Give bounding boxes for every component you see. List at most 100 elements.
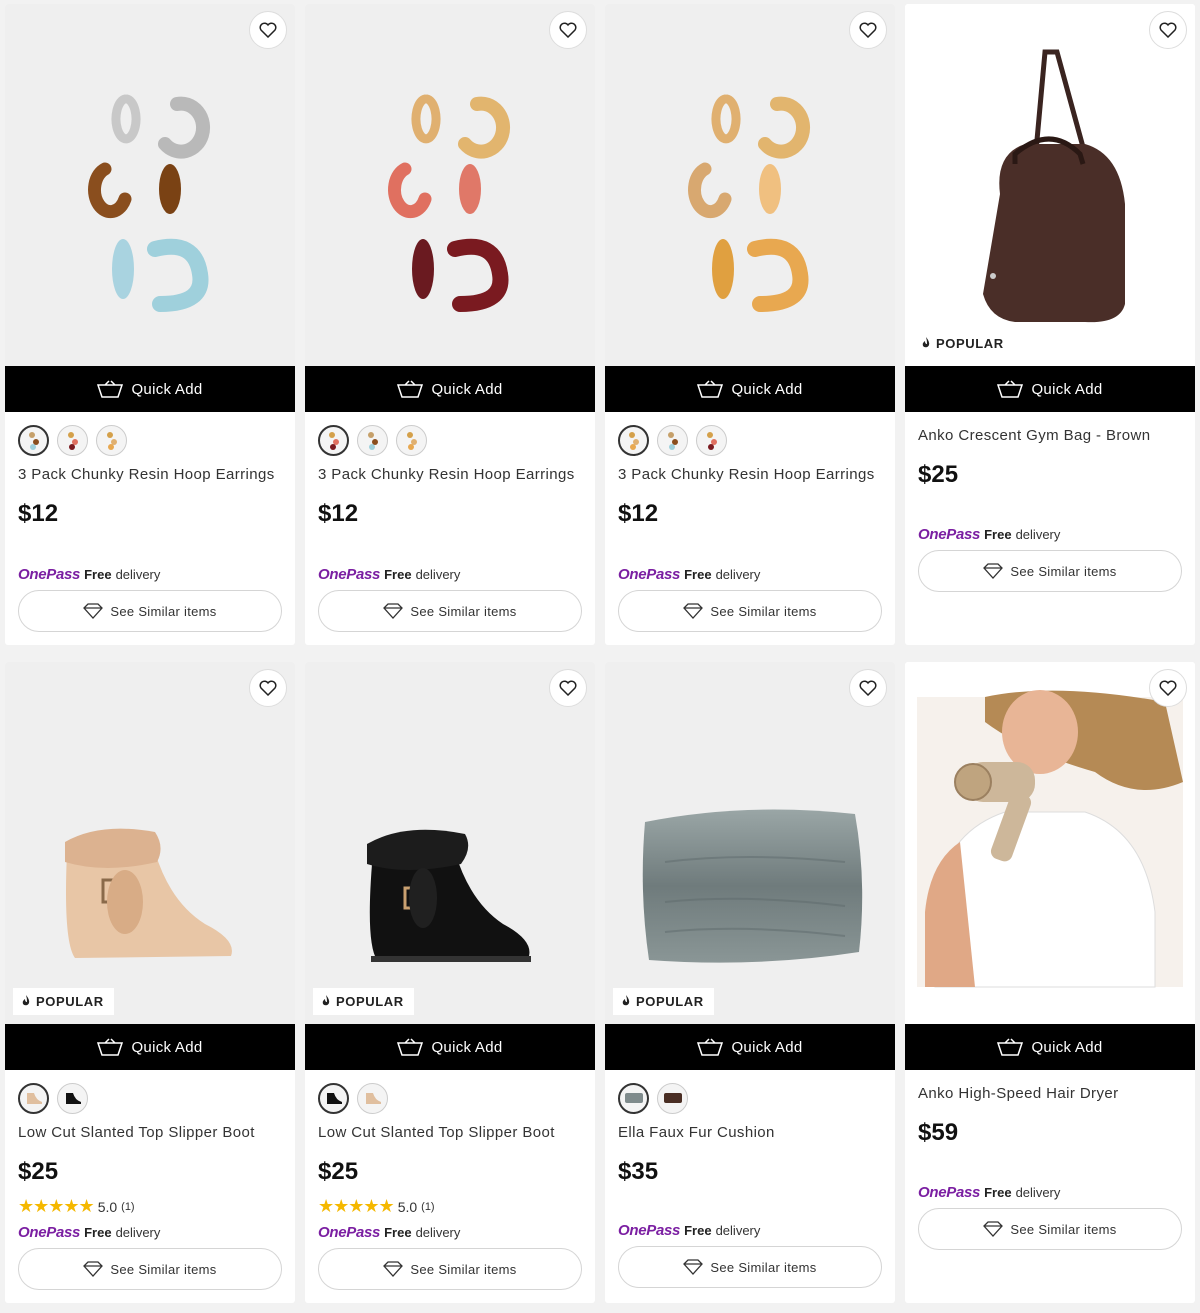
product-card[interactable]: POPULAR Quick Add Anko Crescent Gym Bag … [905,4,1195,645]
quick-add-button[interactable]: Quick Add [605,1024,895,1070]
product-card[interactable]: POPULAR Quick Add Low Cut Slanted Top Sl… [5,662,295,1303]
flame-icon [622,995,630,1006]
product-card[interactable]: Quick Add 3 Pack Chunky Resin Hoop Earri… [5,4,295,645]
onepass-logo: OnePass [618,566,681,583]
product-title[interactable]: 3 Pack Chunky Resin Hoop Earrings [18,466,282,488]
wishlist-heart-button[interactable] [249,11,287,49]
swatch-cushion-brown[interactable] [657,1082,688,1114]
onepass-logo: OnePass [318,1224,381,1241]
onepass-delivery: OnePass Free delivery [18,1224,161,1241]
see-similar-button[interactable]: See Similar items [918,550,1182,592]
product-image[interactable]: POPULAR [305,662,595,1024]
flame-icon [322,995,330,1006]
product-title[interactable]: Anko Crescent Gym Bag - Brown [918,427,1182,449]
similar-icon [983,563,1004,579]
see-similar-button[interactable]: See Similar items [318,590,582,632]
heart-icon [1159,680,1177,696]
basket-icon [397,1038,424,1056]
basket-icon [997,1038,1024,1056]
product-title[interactable]: 3 Pack Chunky Resin Hoop Earrings [318,466,582,488]
quick-add-button[interactable]: Quick Add [5,366,295,412]
heart-icon [559,680,577,696]
product-price: $25 [18,1158,59,1185]
swatch-cushion-grey[interactable] [618,1082,649,1114]
slipper-boot-beige-image [65,828,232,958]
product-image[interactable] [305,4,595,366]
wishlist-heart-button[interactable] [849,11,887,49]
color-swatches [18,1082,282,1114]
heart-icon [259,22,277,38]
color-swatches [318,1082,582,1114]
quick-add-button[interactable]: Quick Add [305,1024,595,1070]
wishlist-heart-button[interactable] [249,669,287,707]
swatch-boot-black[interactable] [57,1082,88,1114]
product-title[interactable]: Anko High-Speed Hair Dryer [918,1085,1182,1107]
flame-icon [22,995,30,1006]
onepass-delivery: OnePass Free delivery [318,566,461,583]
swatch-boot-black[interactable] [318,1082,349,1114]
quick-add-button[interactable]: Quick Add [605,366,895,412]
wishlist-heart-button[interactable] [549,11,587,49]
onepass-delivery: OnePass Free delivery [918,526,1061,543]
swatch-earrings-amber[interactable] [396,424,427,456]
product-card[interactable]: POPULAR Quick Add Ella Faux Fur Cushion … [605,662,895,1303]
quick-add-button[interactable]: Quick Add [305,366,595,412]
product-title[interactable]: Low Cut Slanted Top Slipper Boot [18,1124,282,1146]
product-title[interactable]: Ella Faux Fur Cushion [618,1124,882,1146]
product-card[interactable]: POPULAR Quick Add Low Cut Slanted Top Sl… [305,662,595,1303]
swatch-earrings-red[interactable] [57,424,88,456]
wishlist-heart-button[interactable] [1149,11,1187,49]
wishlist-heart-button[interactable] [849,669,887,707]
product-card[interactable]: Quick Add 3 Pack Chunky Resin Hoop Earri… [605,4,895,645]
swatch-earrings-blue[interactable] [657,424,688,456]
product-image[interactable] [905,662,1195,1024]
product-title[interactable]: 3 Pack Chunky Resin Hoop Earrings [618,466,882,488]
basket-icon [997,380,1024,398]
swatch-boot-beige[interactable] [357,1082,388,1114]
swatch-earrings-blue[interactable] [18,424,49,456]
similar-icon [383,603,404,619]
product-rating: ★★★★★ 5.0 (1) [318,1196,582,1217]
swatch-boot-beige[interactable] [18,1082,49,1114]
onepass-logo: OnePass [18,1224,81,1241]
color-swatches [18,424,282,456]
product-price: $59 [918,1119,959,1146]
see-similar-button[interactable]: See Similar items [918,1208,1182,1250]
swatch-earrings-red[interactable] [696,424,727,456]
earrings-image [388,94,511,312]
product-title[interactable]: Low Cut Slanted Top Slipper Boot [318,1124,582,1146]
quick-add-button[interactable]: Quick Add [5,1024,295,1070]
quick-add-label: Quick Add [1031,380,1103,398]
swatch-earrings-red[interactable] [318,424,349,456]
product-image[interactable] [605,4,895,366]
quick-add-button[interactable]: Quick Add [905,1024,1195,1070]
see-similar-button[interactable]: See Similar items [318,1248,582,1290]
see-similar-button[interactable]: See Similar items [618,590,882,632]
swatch-earrings-amber[interactable] [618,424,649,456]
wishlist-heart-button[interactable] [1149,669,1187,707]
basket-icon [697,380,724,398]
product-price: $12 [18,500,59,527]
popular-badge: POPULAR [313,988,414,1015]
heart-icon [259,680,277,696]
product-image[interactable] [5,4,295,366]
see-similar-button[interactable]: See Similar items [618,1246,882,1288]
see-similar-button[interactable]: See Similar items [18,590,282,632]
product-card[interactable]: Quick Add 3 Pack Chunky Resin Hoop Earri… [305,4,595,645]
product-grid: Quick Add 3 Pack Chunky Resin Hoop Earri… [5,4,1195,1303]
swatch-earrings-blue[interactable] [357,424,388,456]
gym-bag-image [983,49,1125,323]
product-card[interactable]: Quick Add Anko High-Speed Hair Dryer $59… [905,662,1195,1303]
heart-icon [859,680,877,696]
quick-add-button[interactable]: Quick Add [905,366,1195,412]
see-similar-button[interactable]: See Similar items [18,1248,282,1290]
swatch-earrings-amber[interactable] [96,424,127,456]
basket-icon [97,380,124,398]
product-image[interactable]: POPULAR [5,662,295,1024]
product-image[interactable]: POPULAR [905,4,1195,366]
wishlist-heart-button[interactable] [549,669,587,707]
product-image[interactable]: POPULAR [605,662,895,1024]
quick-add-label: Quick Add [1031,1038,1103,1056]
product-price: $25 [318,1158,359,1185]
similar-icon [383,1261,404,1277]
